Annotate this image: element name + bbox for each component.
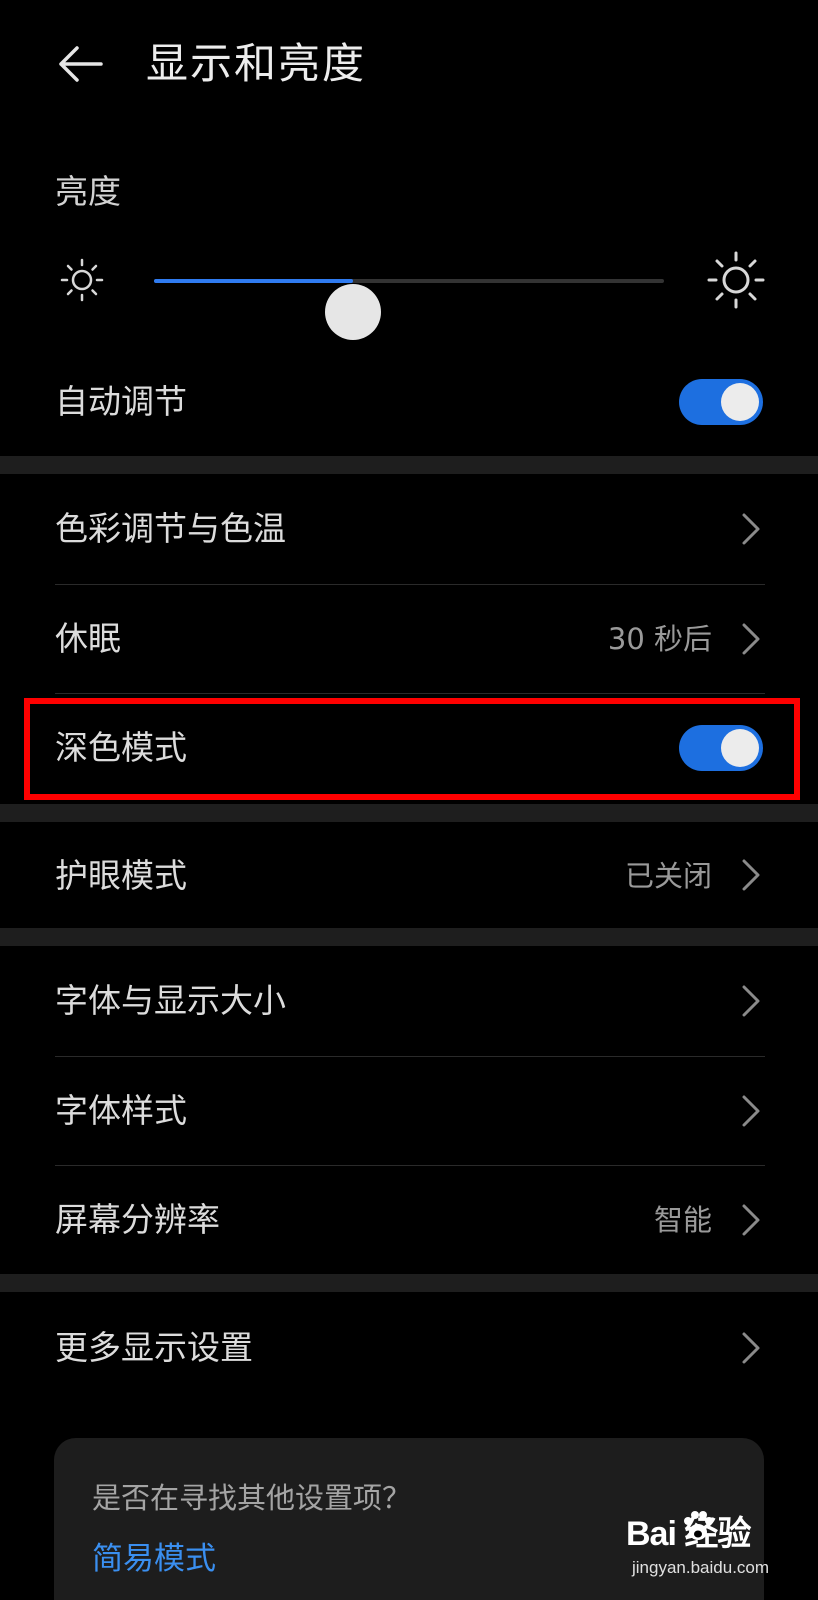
eye-comfort-row[interactable]: 护眼模式 已关闭	[0, 822, 818, 928]
chevron-right-icon	[742, 985, 760, 1017]
auto-adjust-row[interactable]: 自动调节	[0, 362, 818, 442]
brightness-slider-row	[0, 246, 818, 340]
chevron-right-icon	[742, 859, 760, 891]
suggestion-question: 是否在寻找其他设置项？	[92, 1481, 412, 1515]
font-display-size-label: 字体与显示大小	[55, 981, 286, 1020]
arrow-left-icon	[59, 46, 103, 82]
font-style-row[interactable]: 字体样式	[0, 1057, 818, 1165]
resolution-label: 屏幕分辨率	[55, 1200, 220, 1239]
resolution-row[interactable]: 屏幕分辨率 智能	[0, 1166, 818, 1274]
color-temp-label: 色彩调节与色温	[55, 509, 286, 548]
brightness-slider[interactable]	[154, 279, 664, 340]
resolution-value: 智能	[653, 1203, 712, 1237]
sleep-label: 休眠	[55, 619, 121, 658]
sleep-value: 30 秒后	[607, 622, 712, 656]
back-button[interactable]	[52, 36, 108, 92]
auto-adjust-label: 自动调节	[55, 382, 187, 421]
brightness-slider-thumb[interactable]	[324, 284, 381, 340]
brightness-low-icon	[60, 258, 104, 302]
sleep-row[interactable]: 休眠 30 秒后	[0, 585, 818, 693]
toggle-knob	[721, 383, 759, 421]
baidu-jingyan-watermark: Bai 经验 jingyan.baidu.com	[626, 1506, 796, 1596]
page-title: 显示和亮度	[146, 39, 367, 88]
chevron-right-icon	[742, 1204, 760, 1236]
font-style-label: 字体样式	[55, 1091, 187, 1130]
eye-comfort-label: 护眼模式	[55, 856, 187, 895]
brightness-high-icon	[707, 251, 765, 309]
chevron-right-icon	[742, 513, 760, 545]
font-display-size-row[interactable]: 字体与显示大小	[0, 946, 818, 1056]
paw-logo-icon	[684, 1511, 713, 1540]
section-separator	[0, 804, 818, 822]
top-app-bar: 显示和亮度	[0, 0, 818, 130]
chevron-right-icon	[742, 1332, 760, 1364]
highlight-annotation-box	[24, 698, 800, 800]
chevron-right-icon	[742, 1095, 760, 1127]
section-separator	[0, 928, 818, 946]
section-separator	[0, 456, 818, 474]
auto-adjust-toggle[interactable]	[679, 379, 763, 425]
simple-mode-link[interactable]: 简易模式	[92, 1538, 216, 1580]
more-display-row[interactable]: 更多显示设置	[0, 1292, 818, 1404]
color-temp-row[interactable]: 色彩调节与色温	[0, 474, 818, 584]
more-display-label: 更多显示设置	[55, 1328, 253, 1367]
watermark-url: jingyan.baidu.com	[632, 1558, 770, 1577]
brightness-slider-fill	[154, 279, 353, 283]
section-separator	[0, 1274, 818, 1292]
brightness-label: 亮度	[55, 172, 121, 211]
chevron-right-icon	[742, 623, 760, 655]
eye-comfort-value: 已关闭	[624, 859, 712, 893]
